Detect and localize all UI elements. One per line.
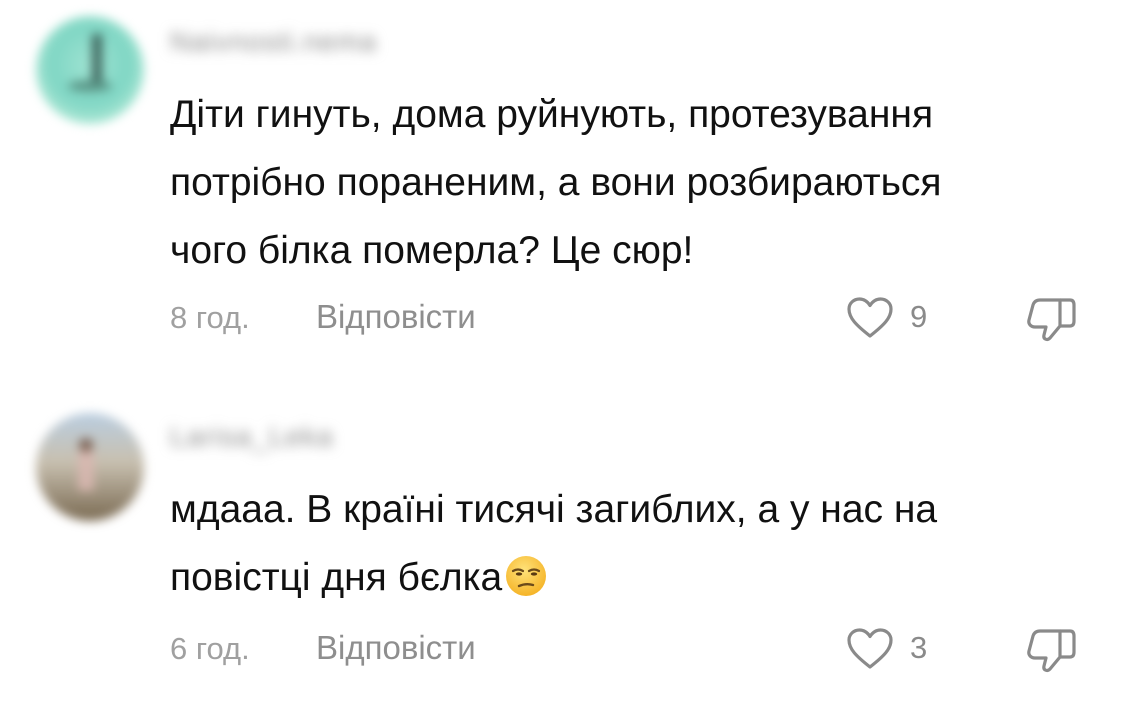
reply-button[interactable]: Відповісти — [316, 629, 476, 667]
reply-button[interactable]: Відповісти — [316, 298, 476, 336]
comment-actions: 6 год. Відповісти 3 — [170, 625, 1090, 673]
comment-text: мдааа. В країні тисячі загиблих, а у нас… — [170, 476, 1090, 612]
like-count: 3 — [910, 630, 928, 665]
username[interactable]: Naivnosti.nema — [170, 26, 377, 58]
timestamp: 8 год. — [170, 300, 250, 335]
user-avatar[interactable] — [36, 16, 144, 124]
heart-outline-icon — [847, 628, 893, 669]
user-avatar[interactable] — [36, 413, 144, 521]
comment-item: Larisa_Leka мдааа. В країні тисячі загиб… — [0, 395, 1125, 723]
thumbs-down-icon[interactable] — [1026, 294, 1078, 342]
comment-text-content: мдааа. В країні тисячі загиблих, а у нас… — [170, 488, 938, 599]
thumbs-down-icon[interactable] — [1026, 625, 1078, 673]
username[interactable]: Larisa_Leka — [170, 421, 334, 453]
unamused-face-emoji — [506, 556, 547, 596]
like-count: 9 — [910, 299, 928, 334]
avatar-image — [36, 413, 144, 521]
comment-text: Діти гинуть, дома руйнують, протезування… — [170, 93, 942, 272]
heart-outline-icon — [847, 297, 893, 338]
comment-actions: 8 год. Відповісти 9 — [170, 294, 1090, 342]
timestamp: 6 год. — [170, 631, 250, 666]
comment-item: Naivnosti.nema Діти гинуть, дома руйнуют… — [0, 0, 1125, 370]
avatar-image — [36, 16, 144, 124]
